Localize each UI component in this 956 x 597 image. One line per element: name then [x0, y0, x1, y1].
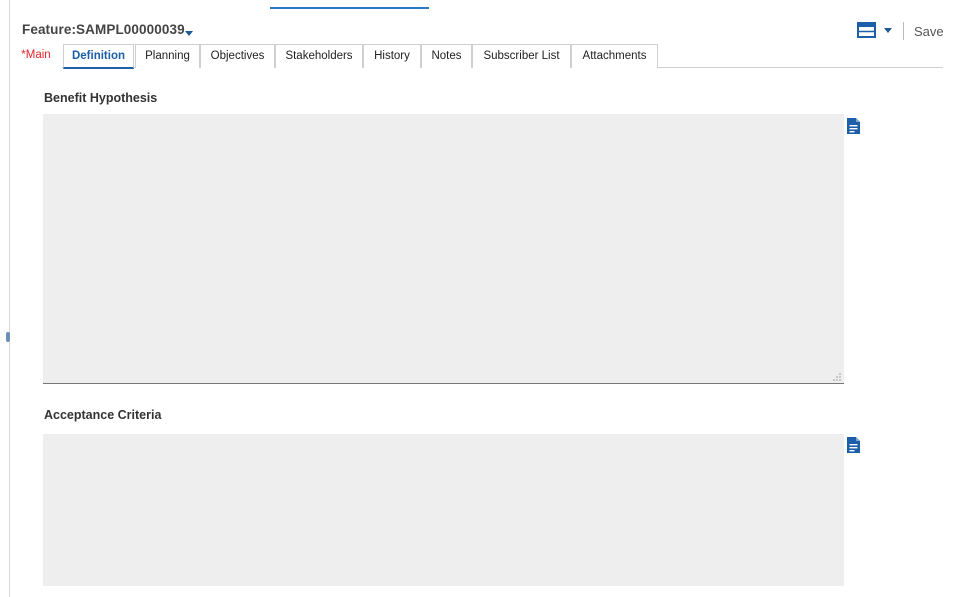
tab-planning[interactable]: Planning [135, 44, 200, 68]
tab-definition[interactable]: Definition [63, 44, 134, 69]
tab-history[interactable]: History [363, 44, 421, 68]
benefit-hypothesis-label: Benefit Hypothesis [44, 91, 158, 105]
chevron-down-icon[interactable] [185, 31, 193, 36]
benefit-hypothesis-field[interactable] [43, 114, 844, 384]
acceptance-criteria-field[interactable] [43, 434, 844, 586]
chevron-down-icon[interactable] [884, 28, 892, 33]
tab-attachments[interactable]: Attachments [571, 44, 658, 68]
document-icon[interactable] [847, 437, 860, 453]
tab-notes[interactable]: Notes [421, 44, 472, 68]
document-icon[interactable] [847, 118, 860, 134]
loading-progress-bar [270, 7, 429, 9]
header-divider [903, 22, 904, 40]
tab-objectives[interactable]: Objectives [200, 44, 275, 68]
acceptance-criteria-label: Acceptance Criteria [44, 408, 162, 422]
record-header: Feature:SAMPL00000039 Save [10, 10, 956, 44]
tab-subscriber-list[interactable]: Subscriber List [472, 44, 571, 68]
layout-grid-icon[interactable] [857, 22, 876, 38]
record-title: Feature:SAMPL00000039 [22, 22, 185, 37]
tab-stakeholders[interactable]: Stakeholders [275, 44, 363, 68]
record-tabs: *Main Definition Planning Objectives Sta… [10, 44, 943, 69]
tab-main[interactable]: *Main [10, 44, 62, 68]
resize-grip-icon[interactable] [832, 372, 842, 382]
left-rail [0, 0, 10, 597]
panel-collapse-handle[interactable] [6, 332, 10, 342]
save-button[interactable]: Save [914, 24, 944, 39]
